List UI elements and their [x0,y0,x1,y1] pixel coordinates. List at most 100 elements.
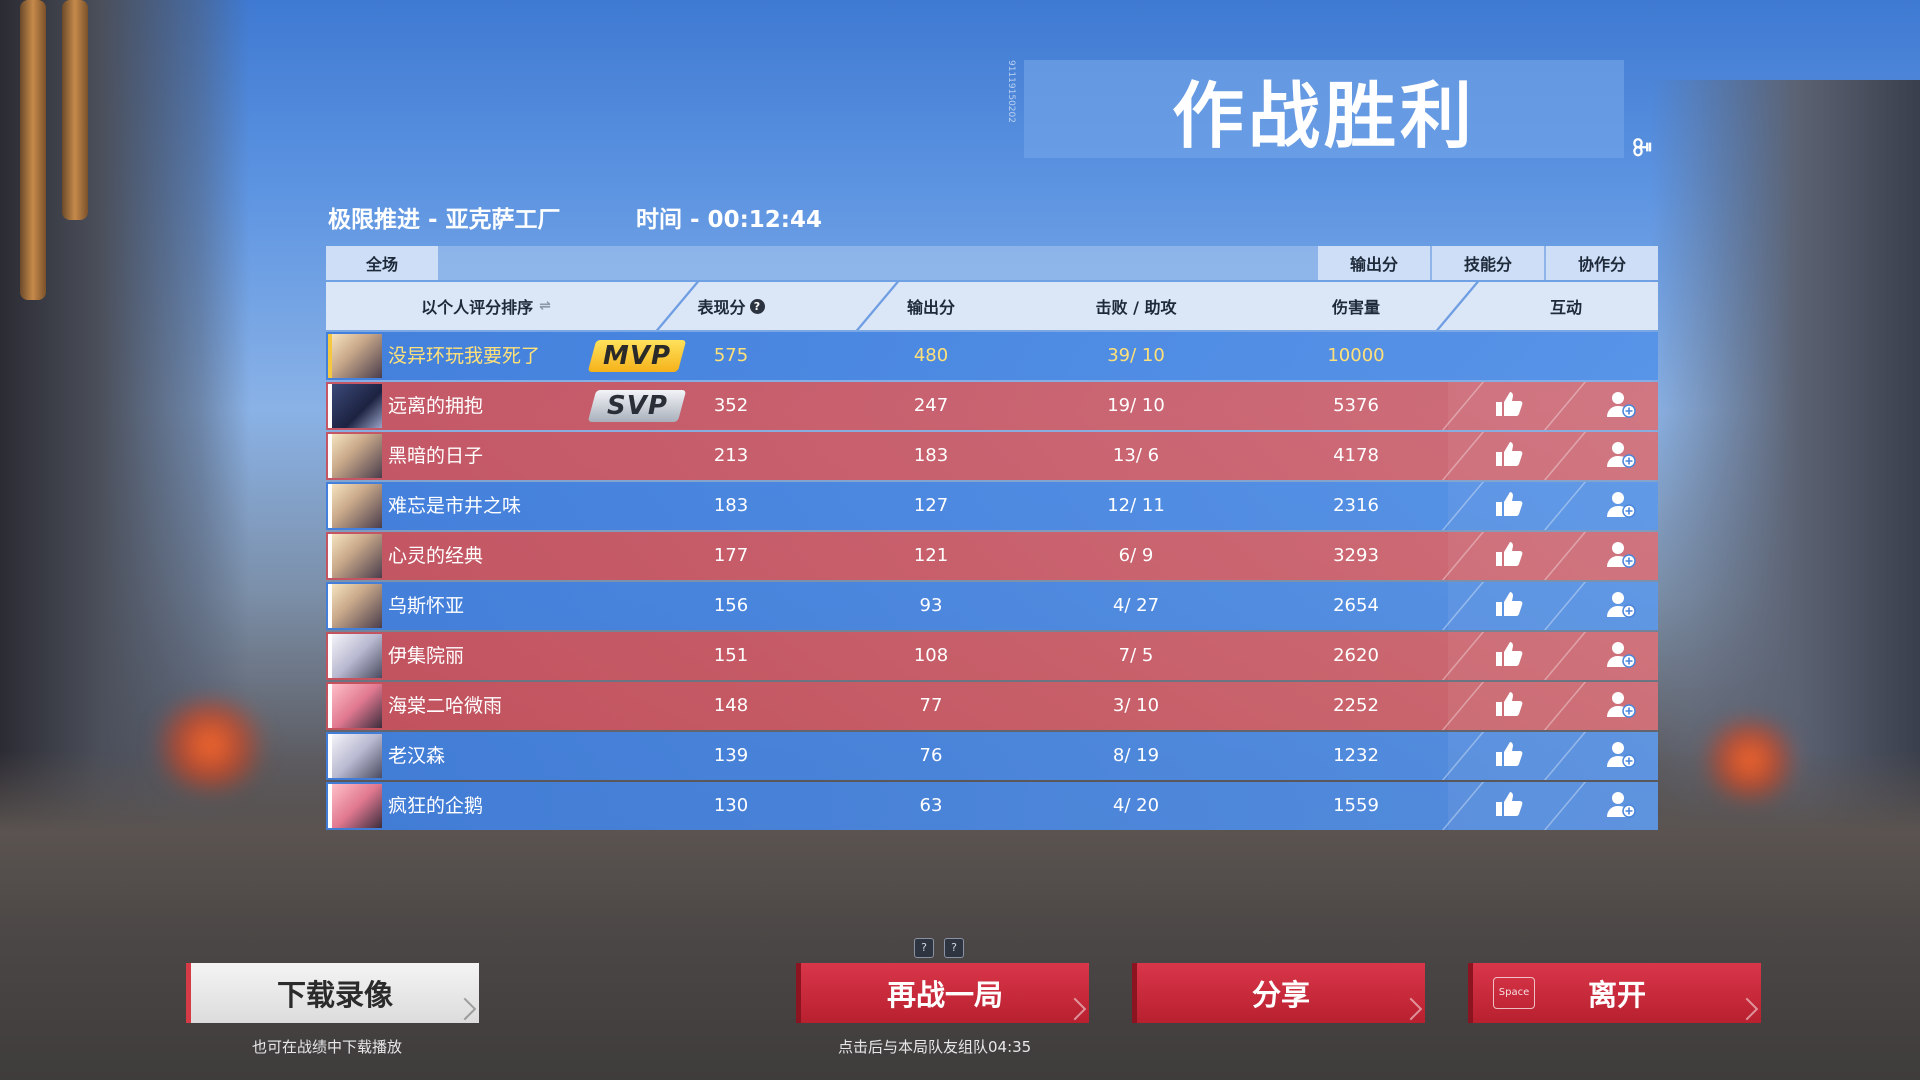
help-icon[interactable]: ? [749,298,765,314]
like-button[interactable] [1492,740,1526,772]
thumbs-up-icon [1494,740,1524,772]
player-row: 难忘是市井之味 183 127 12/ 11 2316 [326,482,1658,530]
rematch-button[interactable]: 再战一局 [796,963,1089,1023]
player-name: 乌斯怀亚 [388,595,465,617]
victory-title: 作战胜利 [1171,73,1476,158]
player-damage: 10000 [1327,345,1385,366]
player-avatar [328,484,382,528]
header-perf-label: 表现分 [697,298,746,317]
download-replay-label: 下载录像 [276,978,393,1012]
player-kda: 4/ 20 [1112,795,1160,816]
tab-all[interactable]: 全场 [326,246,438,280]
player-output: 108 [913,645,949,666]
add-friend-button[interactable] [1604,740,1638,772]
player-perf: 156 [713,595,749,616]
add-friend-button[interactable] [1604,540,1638,572]
player-avatar [328,734,382,778]
player-perf: 575 [713,345,749,366]
player-damage: 4178 [1333,445,1379,466]
player-name: 黑暗的日子 [388,445,484,467]
add-friend-button[interactable] [1604,790,1638,822]
rematch-note: 点击后与本局队友组队04:35 [838,1038,1032,1056]
player-avatar [328,684,382,728]
player-damage: 2252 [1333,695,1379,716]
tab-output[interactable]: 输出分 [1318,246,1430,280]
player-kda: 12/ 11 [1107,495,1165,516]
title-serial: 91119150202 [1006,60,1016,123]
thumbs-up-icon [1494,640,1524,672]
player-kda: 8/ 19 [1112,745,1160,766]
like-button[interactable] [1492,440,1526,472]
download-replay-button[interactable]: 下载录像 [186,963,479,1023]
player-damage: 5376 [1333,395,1379,416]
header-interact: 互动 [1549,298,1582,317]
sort-by-personal-score[interactable]: 以个人评分排序 ⇌ [366,282,606,330]
player-damage: 3293 [1333,545,1379,566]
add-friend-button[interactable] [1604,440,1638,472]
player-name: 海棠二哈微雨 [388,695,503,717]
player-output: 183 [913,445,949,466]
player-kda: 6/ 9 [1118,545,1154,566]
add-friend-button[interactable] [1604,490,1638,522]
player-row: 黑暗的日子 213 183 13/ 6 4178 [326,432,1658,480]
player-perf: 148 [713,695,749,716]
player-row: 心灵的经典 177 121 6/ 9 3293 [326,532,1658,580]
add-friend-icon [1606,640,1636,672]
player-row: 伊集院丽 151 108 7/ 5 2620 [326,632,1658,680]
mode-map-label: 极限推进 - 亚克萨工厂 [328,207,561,233]
like-button[interactable] [1492,540,1526,572]
tab-assist[interactable]: 协作分 [1546,246,1658,280]
like-button[interactable] [1492,590,1526,622]
player-avatar [328,534,382,578]
player-name: 难忘是市井之味 [388,495,522,517]
thumbs-up-icon [1494,590,1524,622]
header-output: 输出分 [906,298,955,317]
player-row: 海棠二哈微雨 148 77 3/ 10 2252 [326,682,1658,730]
player-name: 没异环玩我要死了 [388,345,541,367]
add-friend-button[interactable] [1604,690,1638,722]
player-output: 480 [913,345,949,366]
like-button[interactable] [1492,390,1526,422]
thumbs-up-icon [1494,790,1524,822]
victory-title-banner: 作战胜利 [1024,60,1624,158]
hint-key-icon[interactable]: ? [944,938,964,958]
player-output: 247 [913,395,949,416]
like-button[interactable] [1492,640,1526,672]
corner-deco [1399,997,1423,1021]
add-friend-icon [1606,590,1636,622]
player-perf: 352 [713,395,749,416]
player-output: 77 [919,695,943,716]
player-perf: 139 [713,745,749,766]
add-friend-icon [1606,790,1636,822]
player-perf: 177 [713,545,749,566]
hint-key-icon[interactable]: ? [914,938,934,958]
share-button[interactable]: 分享 [1132,963,1425,1023]
player-kda: 39/ 10 [1107,345,1165,366]
like-button[interactable] [1492,690,1526,722]
player-avatar [328,634,382,678]
player-name: 老汉森 [388,745,446,767]
add-friend-button[interactable] [1604,390,1638,422]
add-friend-icon [1606,390,1636,422]
player-row: 老汉森 139 76 8/ 19 1232 [326,732,1658,780]
add-friend-button[interactable] [1604,590,1638,622]
add-friend-icon [1606,440,1636,472]
tab-skill[interactable]: 技能分 [1432,246,1544,280]
like-button[interactable] [1492,790,1526,822]
sort-label: 以个人评分排序 [421,298,534,317]
background-pipe [62,0,88,220]
match-time: 时间 - 00:12:44 [636,207,822,233]
leave-label: 离开 [1587,978,1646,1012]
scoreboard-header: 以个人评分排序 ⇌ 表现分 ? 输出分 击败 / 助攻 伤害量 互动 [326,282,1658,330]
header-damage: 伤害量 [1331,298,1380,317]
sort-icon: ⇌ [539,298,551,314]
player-kda: 19/ 10 [1107,395,1165,416]
player-output: 63 [919,795,943,816]
player-output: 93 [919,595,943,616]
space-key-hint: Space [1493,977,1535,1009]
add-friend-button[interactable] [1604,640,1638,672]
rematch-label: 再战一局 [886,978,1003,1012]
like-button[interactable] [1492,490,1526,522]
leave-button[interactable]: Space 离开 [1468,963,1761,1023]
title-deco-icon: ꔻ [1632,134,1653,162]
